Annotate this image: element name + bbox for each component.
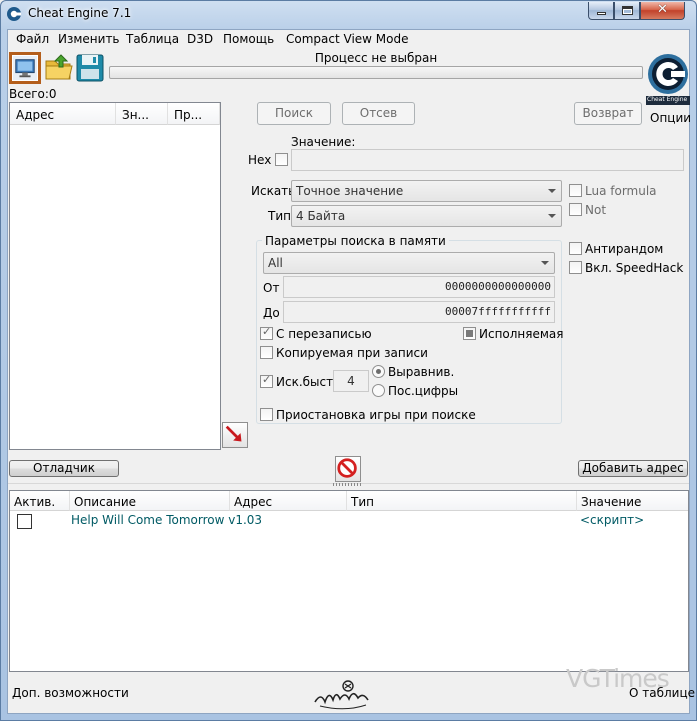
pause-game-label: Приостановка игры при поиске bbox=[276, 408, 476, 422]
row-value[interactable]: <скрипт> bbox=[580, 513, 644, 527]
found-count-label: Всего:0 bbox=[9, 87, 57, 101]
open-folder-icon bbox=[45, 54, 73, 80]
value-label: Значение: bbox=[291, 135, 356, 149]
table-header-value[interactable]: Значение bbox=[577, 491, 688, 511]
writable-label: С перезаписью bbox=[276, 327, 372, 341]
add-address-button[interactable]: Добавить адрес bbox=[578, 460, 688, 477]
executable-label: Исполняемая bbox=[479, 327, 564, 341]
writable-checkbox[interactable] bbox=[260, 325, 273, 340]
menu-table[interactable]: Таблица bbox=[126, 32, 179, 46]
scan-progress-bar bbox=[109, 66, 643, 79]
alignment-label: Выравнив. bbox=[388, 365, 455, 379]
value-input[interactable] bbox=[291, 149, 684, 171]
menu-d3d[interactable]: D3D bbox=[187, 32, 213, 46]
list-header-value[interactable]: Зн... bbox=[116, 103, 168, 125]
fast-scan-label: Иск.быст. bbox=[276, 375, 337, 389]
window-title: Cheat Engine 7.1 bbox=[28, 6, 132, 20]
maximize-button[interactable] bbox=[614, 2, 640, 20]
copy-on-write-checkbox[interactable] bbox=[260, 346, 273, 359]
table-row[interactable]: Help Will Come Tomorrow v1.03 <скрипт> bbox=[10, 512, 688, 530]
settings-button[interactable]: Cheat Engine bbox=[646, 50, 690, 110]
speedhack-checkbox[interactable] bbox=[569, 261, 582, 274]
process-label: Процесс не выбран bbox=[314, 51, 438, 65]
list-header-previous[interactable]: Пр... bbox=[168, 103, 220, 125]
logo-caption: Cheat Engine bbox=[647, 96, 688, 103]
open-file-button[interactable] bbox=[43, 52, 75, 84]
menu-bar: Файл Изменить Таблица D3D Помощь Compact… bbox=[8, 30, 689, 50]
advanced-options-link[interactable]: Доп. возможности bbox=[12, 686, 129, 700]
cheat-table[interactable]: Актив. Описание Адрес Тип Значение Help … bbox=[9, 490, 689, 672]
save-file-button[interactable] bbox=[74, 52, 106, 84]
no-entry-icon bbox=[337, 458, 357, 478]
value-type-select[interactable]: 4 Байта bbox=[291, 205, 562, 227]
unrandomizer-checkbox[interactable] bbox=[569, 242, 582, 255]
minimize-button[interactable] bbox=[588, 2, 614, 20]
lua-formula-checkbox[interactable] bbox=[569, 184, 582, 197]
first-scan-button[interactable]: Поиск bbox=[257, 102, 331, 125]
fast-scan-alignment-input[interactable]: 4 bbox=[333, 370, 369, 392]
lua-formula-label: Lua formula bbox=[585, 184, 657, 198]
value-type-value: 4 Байта bbox=[296, 209, 346, 223]
red-arrow-icon bbox=[225, 425, 242, 442]
menu-compact-view[interactable]: Compact View Mode bbox=[286, 32, 408, 46]
next-scan-button[interactable]: Отсев bbox=[342, 102, 415, 125]
floppy-disk-icon bbox=[76, 54, 104, 82]
menu-edit[interactable]: Изменить bbox=[58, 32, 120, 46]
not-label: Not bbox=[585, 203, 607, 217]
memory-view-button[interactable]: Отладчик bbox=[9, 460, 119, 477]
speedhack-label: Вкл. SpeedHack bbox=[585, 261, 684, 275]
hex-checkbox[interactable] bbox=[275, 153, 288, 166]
close-button[interactable]: ✕ bbox=[640, 2, 685, 20]
memory-region-value: All bbox=[268, 256, 283, 270]
found-addresses-list[interactable]: Адрес Зн... Пр... bbox=[9, 102, 221, 450]
value-type-label: Тип bbox=[268, 209, 291, 223]
last-digits-radio[interactable] bbox=[372, 384, 385, 397]
close-icon: ✕ bbox=[657, 2, 668, 17]
stop-scan-button[interactable] bbox=[335, 456, 361, 482]
chevron-down-icon bbox=[548, 189, 556, 193]
table-header-type[interactable]: Тип bbox=[347, 491, 577, 511]
select-process-button[interactable] bbox=[9, 52, 41, 84]
copy-on-write-label: Копируемая при записи bbox=[276, 346, 428, 360]
pause-game-checkbox[interactable] bbox=[260, 408, 273, 421]
last-digits-label: Пос.цифры bbox=[388, 384, 459, 398]
row-active-checkbox[interactable] bbox=[17, 514, 32, 529]
title-bar[interactable]: Cheat Engine 7.1 ✕ bbox=[0, 0, 697, 28]
monitor-icon bbox=[12, 55, 38, 81]
start-address-input[interactable]: 0000000000000000 bbox=[283, 276, 555, 298]
executable-checkbox[interactable] bbox=[463, 327, 476, 340]
row-description[interactable]: Help Will Come Tomorrow v1.03 bbox=[71, 513, 262, 527]
copy-to-table-button[interactable] bbox=[222, 422, 248, 448]
stop-address-label: До bbox=[263, 306, 280, 320]
watermark-text: VGTimes bbox=[566, 664, 670, 693]
menu-help[interactable]: Помощь bbox=[223, 32, 274, 46]
memory-region-select[interactable]: All bbox=[263, 252, 555, 274]
scan-type-value: Точное значение bbox=[296, 184, 404, 198]
stop-address-input[interactable]: 00007fffffffffff bbox=[283, 301, 555, 323]
hex-label: Hex bbox=[248, 153, 272, 167]
splitter-grip-icon[interactable] bbox=[333, 483, 363, 486]
unrandomizer-label: Антирандом bbox=[585, 242, 664, 256]
chevron-down-icon bbox=[548, 214, 556, 218]
menu-file[interactable]: Файл bbox=[16, 32, 49, 46]
list-header-address[interactable]: Адрес bbox=[10, 103, 116, 125]
not-checkbox[interactable] bbox=[569, 203, 582, 216]
signature-logo-icon bbox=[314, 680, 369, 710]
start-address-label: От bbox=[263, 281, 280, 295]
scan-type-select[interactable]: Точное значение bbox=[291, 180, 562, 202]
alignment-radio[interactable] bbox=[372, 365, 385, 378]
options-label[interactable]: Опции bbox=[650, 111, 691, 125]
memory-scan-options-title: Параметры поиска в памяти bbox=[262, 234, 449, 248]
chevron-down-icon bbox=[541, 261, 549, 265]
scan-type-label: Искать bbox=[251, 184, 296, 198]
table-header-active[interactable]: Актив. bbox=[10, 491, 70, 511]
fast-scan-checkbox[interactable] bbox=[260, 373, 273, 388]
table-header-address[interactable]: Адрес bbox=[230, 491, 347, 511]
table-header-description[interactable]: Описание bbox=[70, 491, 230, 511]
undo-scan-button[interactable]: Возврат bbox=[574, 102, 642, 125]
cheat-engine-app-icon bbox=[7, 7, 21, 21]
